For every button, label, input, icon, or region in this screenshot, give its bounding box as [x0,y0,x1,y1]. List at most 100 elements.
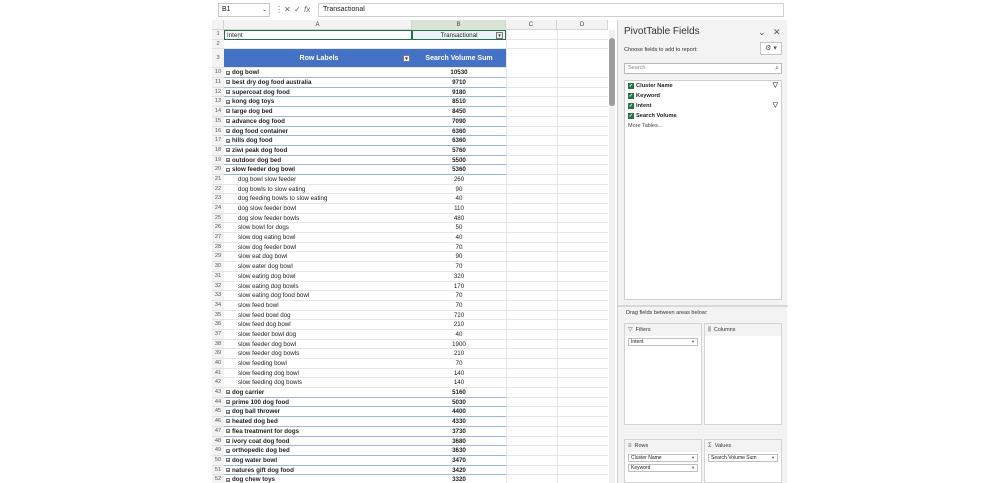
value-cell[interactable]: 90 [412,252,506,262]
cell[interactable] [557,281,608,292]
cell[interactable] [506,242,557,253]
value-cell[interactable]: 8510 [412,97,506,108]
cell[interactable] [506,300,557,311]
value-cell[interactable]: 480 [412,214,506,224]
area-field-pill[interactable]: Search Volume Sum ▼ [708,454,778,462]
cell[interactable] [506,87,557,98]
row-number[interactable]: 36 [212,320,224,330]
row-number[interactable]: 3 [212,49,224,69]
row-label-cell[interactable]: + hills dog food [224,136,412,146]
cell[interactable] [557,136,608,146]
value-cell[interactable]: 3730 [412,427,506,437]
cell[interactable] [506,155,557,166]
value-cell[interactable]: 70 [412,359,506,369]
row-number[interactable]: 24 [212,204,224,214]
value-cell[interactable]: 210 [412,349,506,359]
cell[interactable] [557,271,608,282]
cell[interactable] [506,30,557,40]
value-cell[interactable]: 3680 [412,437,506,447]
value-cell[interactable]: 210 [412,320,506,330]
cell[interactable] [506,174,557,185]
row-number[interactable]: 43 [212,388,224,398]
cell[interactable] [557,78,608,88]
expand-icon[interactable]: + [226,390,230,395]
row-label-cell[interactable]: slow feeding dog bowls [224,378,412,388]
cell[interactable] [506,407,557,418]
expand-icon[interactable]: + [226,70,230,75]
row-number[interactable]: 1 [212,30,224,40]
row-label-cell[interactable]: dog bowls to slow eating [224,185,412,195]
row-number[interactable]: 28 [212,242,224,253]
cell[interactable] [506,107,557,117]
row-label-cell[interactable]: + natures gift dog food [224,466,412,476]
row-number[interactable]: 22 [212,184,224,195]
cell[interactable] [557,97,608,108]
cell[interactable] [557,388,608,398]
cell[interactable] [506,78,557,88]
cell[interactable] [557,68,608,79]
cell[interactable] [506,397,557,408]
row-number[interactable]: 11 [212,78,224,88]
value-cell[interactable]: 70 [412,301,506,311]
row-number[interactable]: 51 [212,465,224,476]
row-number[interactable]: 46 [212,417,224,427]
cell[interactable] [506,97,557,108]
cell[interactable] [557,417,608,427]
field-item-intent[interactable]: ✓ Intent ▽ [625,101,781,111]
row-label-cell[interactable]: + dog water bowl [224,456,412,466]
row-number[interactable]: 34 [212,300,224,311]
row-number[interactable]: 39 [212,349,224,359]
row-number[interactable]: 29 [212,252,224,263]
cell[interactable] [557,174,608,185]
values-area[interactable]: Σ Values Search Volume Sum ▼ [704,439,782,483]
value-cell[interactable]: 40 [412,233,506,243]
row-number[interactable]: 23 [212,194,224,204]
row-label-cell[interactable]: slow feed bowl dog [224,311,412,321]
row-label-cell[interactable]: + best dry dog food australia [224,78,412,88]
cell[interactable] [557,223,608,234]
expand-icon[interactable]: + [226,419,230,424]
cell[interactable] [506,233,557,243]
cell[interactable] [557,155,608,166]
row-label-cell[interactable]: + dog ball thrower [224,407,412,418]
cell[interactable] [506,223,557,234]
row-number[interactable]: 50 [212,455,224,466]
expand-icon[interactable]: + [226,400,230,405]
expand-icon[interactable]: + [226,429,230,434]
row-labels-filter-icon[interactable]: ▾ [403,55,410,63]
cell[interactable] [224,40,412,50]
row-number[interactable]: 31 [212,271,224,282]
settings-gear-button[interactable]: ⚙ ▾ [760,42,782,55]
cell[interactable] [506,68,557,79]
cell[interactable] [557,300,608,311]
row-label-cell[interactable]: + prime 100 dog food [224,398,412,408]
cell[interactable] [506,465,557,476]
row-number[interactable]: 44 [212,397,224,408]
cell[interactable] [506,388,557,398]
row-label-cell[interactable]: slow feeding dog bowl [224,369,412,379]
row-number[interactable]: 13 [212,97,224,108]
chevron-down-icon[interactable]: ▼ [691,455,695,461]
cell[interactable] [557,30,608,40]
value-cell[interactable]: 70 [412,291,506,301]
row-number[interactable]: 27 [212,233,224,243]
value-cell[interactable]: 40 [412,194,506,204]
cell[interactable] [557,329,608,340]
filters-area[interactable]: ▽ Filters Intent ▼ [624,323,702,425]
row-label-cell[interactable]: dog bowl slow feeder [224,175,412,185]
row-label-cell[interactable]: + ivory coat dog food [224,437,412,447]
filter-field-label[interactable]: Intent [224,30,412,40]
cancel-icon[interactable]: ✕ [284,4,291,16]
area-field-pill[interactable]: Cluster Name ▼ [628,454,698,462]
row-number[interactable]: 40 [212,359,224,369]
cell[interactable] [506,291,557,301]
area-field-pill[interactable]: Intent ▼ [628,338,698,346]
row-number[interactable]: 18 [212,145,224,156]
expand-icon[interactable]: + [226,409,230,414]
row-number[interactable]: 17 [212,136,224,146]
row-number[interactable]: 14 [212,107,224,117]
row-label-cell[interactable]: slow feeding bowl [224,359,412,369]
cell[interactable] [557,116,608,127]
cell[interactable] [557,126,608,137]
value-cell[interactable]: 4400 [412,407,506,418]
